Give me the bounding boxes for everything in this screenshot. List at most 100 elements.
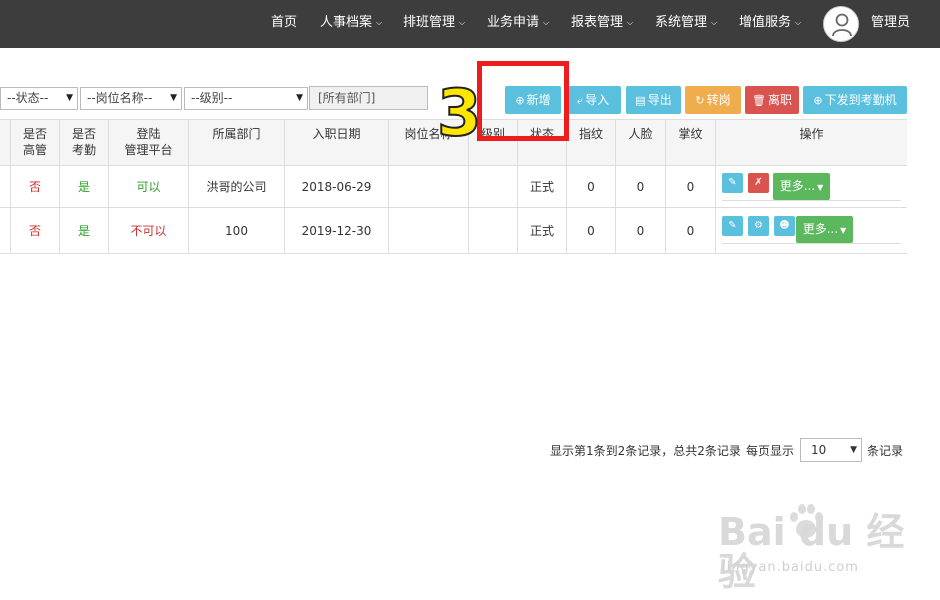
nav-item-value-added[interactable]: 增值服务 ⌵ <box>739 0 801 48</box>
send-to-device-label: 下发到考勤机 <box>824 93 897 107</box>
nav-label: 报表管理 <box>571 15 624 30</box>
header-login[interactable]: 登陆 管理平台 <box>109 120 189 165</box>
status-filter[interactable]: --状态-- ▼ <box>0 87 78 110</box>
caret-down-icon: ▼ <box>840 226 847 235</box>
file-export-icon: ▤ <box>635 94 646 107</box>
cell-login: 不可以 <box>109 208 189 253</box>
chevron-down-icon: ⌵ <box>711 18 718 27</box>
cell-fingerprint: 0 <box>567 166 616 207</box>
cell-hire-date: 2018-06-29 <box>285 166 389 207</box>
profile-button[interactable]: ☻ <box>774 216 795 236</box>
header-department[interactable]: 所属部门 <box>189 120 285 165</box>
level-filter[interactable]: --级别-- ▼ <box>184 87 308 110</box>
more-label: 更多... <box>802 222 839 236</box>
cell-is-attendance: 是 <box>60 208 109 253</box>
cell-status: 正式 <box>518 208 567 253</box>
step-number: 3 <box>436 77 483 151</box>
department-filter-value: [所有部门] <box>318 91 376 105</box>
cell-is-manager: 否 <box>11 166 60 207</box>
department-filter[interactable]: [所有部门] <box>309 86 428 110</box>
cell-palm: 0 <box>666 166 716 207</box>
nav-label: 增值服务 <box>739 15 792 30</box>
cell-ops: ✎ ⚙ ☻ 更多... ▼ <box>716 208 907 253</box>
watermark-brand: Bai du 经验 <box>718 510 905 594</box>
export-button-label: 导出 <box>647 93 672 107</box>
chevron-down-icon: ⌵ <box>795 18 802 27</box>
nav-label: 人事档案 <box>320 15 373 30</box>
top-nav: 首页 人事档案 ⌵ 排班管理 ⌵ 业务申请 ⌵ 报表管理 ⌵ 系统管理 ⌵ 增值服务 ⌵ 管… <box>0 0 940 48</box>
send-to-device-button[interactable]: ⊕ 下发到考勤机 <box>803 86 907 114</box>
more-label: 更多... <box>779 179 816 193</box>
cell-ops: ✎ ✗ 更多... ▼ <box>716 166 907 207</box>
cell-fingerprint: 0 <box>567 208 616 253</box>
cell-department: 洪哥的公司 <box>189 166 285 207</box>
cell-status: 正式 <box>518 166 567 207</box>
cell-face: 0 <box>616 166 666 207</box>
edit-icon: ✎ <box>728 177 737 188</box>
unlink-button[interactable]: ✗ <box>748 173 769 193</box>
cell-palm: 0 <box>666 208 716 253</box>
user-name[interactable]: 管理员 <box>871 0 910 46</box>
header-is-attendance[interactable]: 是否 考勤 <box>60 120 109 165</box>
nav-item-system[interactable]: 系统管理 ⌵ <box>655 0 717 48</box>
page: 首页 人事档案 ⌵ 排班管理 ⌵ 业务申请 ⌵ 报表管理 ⌵ 系统管理 ⌵ 增值服务 ⌵ 管… <box>0 0 940 600</box>
caret-down-icon: ▼ <box>850 445 857 455</box>
gear-icon: ⚙ <box>754 220 763 231</box>
nav-item-applications[interactable]: 业务申请 ⌵ <box>487 0 549 48</box>
header-hire-date[interactable]: 入职日期 <box>285 120 389 165</box>
refresh-icon: ↻ <box>695 94 705 107</box>
pager-per-page-label: 每页显示 <box>746 444 795 458</box>
table-row[interactable]: 否 是 不可以 100 2019-12-30 正式 0 0 0 ✎ ⚙ ☻ 更多… <box>0 208 907 254</box>
header-checkbox-col <box>0 120 11 165</box>
watermark-url: jingyan.baidu.com <box>722 560 859 575</box>
resign-button-label: 离职 <box>767 93 792 107</box>
caret-down-icon: ▼ <box>66 93 73 103</box>
cell-level <box>469 208 518 253</box>
caret-down-icon: ▼ <box>170 93 177 103</box>
transfer-button-label: 转岗 <box>706 93 731 107</box>
caret-down-icon: ▼ <box>296 93 303 103</box>
settings-button[interactable]: ⚙ <box>748 216 769 236</box>
edit-button[interactable]: ✎ <box>722 173 743 193</box>
edit-icon: ✎ <box>728 220 737 231</box>
import-button[interactable]: ⤶ 导入 <box>565 86 621 114</box>
nav-label: 系统管理 <box>655 15 708 30</box>
more-button[interactable]: 更多... ▼ <box>773 173 830 200</box>
cell-is-attendance: 是 <box>60 166 109 207</box>
header-face[interactable]: 人脸 <box>616 120 666 165</box>
reply-icon: ⤶ <box>576 94 584 107</box>
row-checkbox-col <box>0 166 11 207</box>
chevron-down-icon: ⌵ <box>627 18 634 27</box>
cell-level <box>469 166 518 207</box>
cell-face: 0 <box>616 208 666 253</box>
position-filter[interactable]: --岗位名称-- ▼ <box>80 87 182 110</box>
cell-login: 可以 <box>109 166 189 207</box>
nav-label: 排班管理 <box>403 15 456 30</box>
nav-item-reports[interactable]: 报表管理 ⌵ <box>571 0 633 48</box>
resign-button[interactable]: 🗑 离职 <box>745 86 799 114</box>
user-card-icon: ☻ <box>779 220 790 231</box>
export-button[interactable]: ▤ 导出 <box>626 86 681 114</box>
chevron-down-icon: ⌵ <box>376 18 383 27</box>
avatar[interactable] <box>823 6 859 42</box>
nav-item-personnel[interactable]: 人事档案 ⌵ <box>320 0 382 48</box>
table-row[interactable]: 否 是 可以 洪哥的公司 2018-06-29 正式 0 0 0 ✎ ✗ 更多.… <box>0 166 907 208</box>
more-button[interactable]: 更多... ▼ <box>796 216 853 243</box>
nav-item-schedule[interactable]: 排班管理 ⌵ <box>403 0 465 48</box>
page-size-select[interactable]: 10 ▼ <box>800 438 862 462</box>
edit-button[interactable]: ✎ <box>722 216 743 236</box>
header-palm[interactable]: 掌纹 <box>666 120 716 165</box>
nav-label: 首页 <box>271 15 298 30</box>
cell-is-manager: 否 <box>11 208 60 253</box>
cell-hire-date: 2019-12-30 <box>285 208 389 253</box>
transfer-button[interactable]: ↻ 转岗 <box>685 86 741 114</box>
caret-down-icon: ▼ <box>817 183 824 192</box>
header-fingerprint[interactable]: 指纹 <box>567 120 616 165</box>
header-is-manager[interactable]: 是否 高管 <box>11 120 60 165</box>
header-ops: 操作 <box>799 127 824 141</box>
level-filter-value: --级别-- <box>191 91 233 105</box>
chevron-down-icon: ⌵ <box>543 18 550 27</box>
pager-summary: 显示第1条到2条记录，总共2条记录 <box>550 444 741 458</box>
cell-position <box>389 166 469 207</box>
nav-item-home[interactable]: 首页 <box>271 0 297 48</box>
